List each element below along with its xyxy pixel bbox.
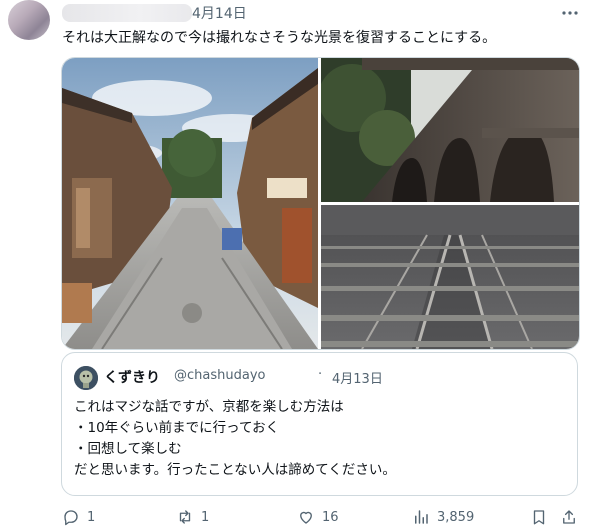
photo-kyoto-street[interactable] — [62, 58, 318, 349]
like-count: 16 — [322, 509, 339, 525]
media-grid — [61, 57, 580, 350]
quoted-display-name[interactable]: くずきり — [104, 367, 160, 387]
quoted-user-avatar[interactable] — [74, 366, 98, 390]
user-avatar[interactable] — [8, 0, 50, 40]
quoted-handle[interactable]: @chashudayo — [174, 368, 265, 383]
like-button[interactable]: 16 — [297, 506, 339, 528]
views-icon — [415, 510, 428, 524]
bookmark-icon — [533, 510, 545, 525]
reply-icon — [64, 510, 78, 526]
quoted-post[interactable]: くずきり @chashudayo · 4月13日 これはマジな話ですが、京都を楽… — [61, 352, 578, 496]
repost-icon — [179, 510, 191, 524]
quoted-date[interactable]: 4月13日 — [332, 368, 383, 387]
share-icon — [563, 510, 575, 524]
more-icon[interactable] — [560, 6, 580, 20]
photo-aqueduct[interactable] — [318, 58, 579, 202]
like-icon — [300, 511, 312, 524]
action-bar: 1 1 16 3,859 — [0, 506, 592, 528]
separator-dot: · — [318, 367, 323, 382]
quoted-line: これはマジな話ですが、京都を楽しむ方法は — [74, 399, 344, 415]
quoted-line: だと思います。行ったことない人は諦めてください。 — [74, 462, 396, 478]
reply-button[interactable]: 1 — [62, 506, 95, 528]
photo-rail-tracks[interactable] — [321, 205, 579, 349]
view-count: 3,859 — [437, 509, 475, 525]
post-date[interactable]: 4月14日 — [192, 3, 247, 23]
views-button[interactable]: 3,859 — [412, 506, 474, 528]
quoted-line: ・回想して楽しむ — [74, 441, 182, 457]
repost-button[interactable]: 1 — [176, 506, 209, 528]
quoted-line: ・10年ぐらい前までに行っておく — [74, 420, 280, 436]
quoted-text: これはマジな話ですが、京都を楽しむ方法は ・10年ぐらい前までに行っておく ・回… — [74, 397, 396, 481]
repost-count: 1 — [201, 509, 210, 525]
bookmark-button[interactable] — [530, 506, 548, 528]
blurred-display-name[interactable] — [62, 4, 192, 22]
post-text: それは大正解なので今は撮れなさそうな光景を復習することにする。 — [62, 30, 497, 46]
share-button[interactable] — [560, 506, 578, 528]
reply-count: 1 — [87, 509, 96, 525]
